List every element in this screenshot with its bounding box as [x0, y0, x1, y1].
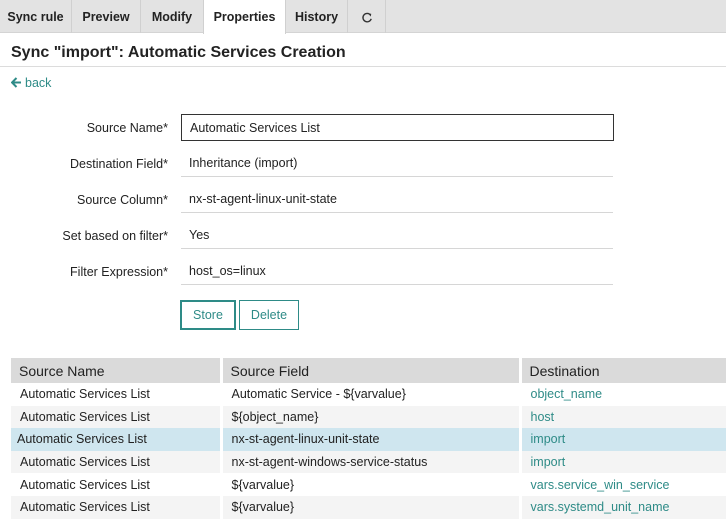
cell-source-name: Automatic Services List	[11, 495, 223, 519]
destination-field-label: Destination Field*	[70, 157, 168, 171]
filter-expression-input[interactable]: host_os=linux	[181, 257, 613, 285]
page-title: Sync "import": Automatic Services Creati…	[11, 44, 346, 61]
table-row[interactable]: Automatic Services List nx-st-agent-wind…	[11, 450, 726, 474]
cell-source-field: ${varvalue}	[221, 473, 522, 496]
cell-source-field: ${object_name}	[221, 405, 522, 429]
store-button[interactable]: Store	[180, 300, 236, 330]
table-header-row: Source Name Source Field Destination	[11, 358, 726, 383]
back-label: back	[25, 76, 52, 90]
table-row[interactable]: Automatic Services List Automatic Servic…	[11, 383, 726, 406]
tab-preview[interactable]: Preview	[72, 0, 141, 33]
tab-modify[interactable]: Modify	[141, 0, 204, 33]
cell-destination[interactable]: import	[520, 450, 726, 474]
source-name-input[interactable]	[181, 114, 614, 141]
refresh-icon	[361, 12, 372, 23]
cell-source-name: Automatic Services List	[11, 383, 223, 406]
property-table: Source Name Source Field Destination Aut…	[11, 358, 726, 519]
source-name-label: Source Name*	[86, 121, 168, 135]
column-header-source-field[interactable]: Source Field	[221, 358, 522, 383]
delete-button[interactable]: Delete	[239, 300, 299, 330]
table-row[interactable]: Automatic Services List ${varvalue} vars…	[11, 495, 726, 519]
cell-source-field: nx-st-agent-windows-service-status	[221, 450, 522, 474]
cell-source-name: Automatic Services List	[11, 473, 223, 496]
title-divider	[0, 66, 726, 67]
cell-source-field: nx-st-agent-linux-unit-state	[221, 428, 522, 451]
column-header-destination[interactable]: Destination	[520, 358, 726, 383]
cell-destination[interactable]: vars.systemd_unit_name	[520, 495, 726, 519]
back-link[interactable]: back	[10, 76, 52, 90]
tab-properties[interactable]: Properties	[203, 0, 286, 34]
cell-source-name: Automatic Services List	[11, 450, 223, 474]
cell-destination[interactable]: host	[520, 405, 726, 429]
table-row-selected[interactable]: Automatic Services List nx-st-agent-linu…	[11, 428, 726, 451]
refresh-button[interactable]	[348, 0, 386, 33]
table-row[interactable]: Automatic Services List ${object_name} h…	[11, 405, 726, 429]
tab-history[interactable]: History	[286, 0, 348, 33]
column-header-source-name[interactable]: Source Name	[11, 358, 223, 383]
destination-field-select[interactable]: Inheritance (import)	[181, 149, 613, 177]
source-column-label: Source Column*	[76, 193, 168, 207]
cell-source-field: Automatic Service - ${varvalue}	[221, 383, 522, 406]
set-based-on-filter-select[interactable]: Yes	[181, 221, 613, 249]
tab-sync-rule[interactable]: Sync rule	[0, 0, 72, 33]
cell-source-name: Automatic Services List	[11, 428, 223, 451]
table-row[interactable]: Automatic Services List ${varvalue} vars…	[11, 473, 726, 496]
arrow-left-icon	[10, 77, 21, 88]
cell-destination[interactable]: object_name	[520, 383, 726, 406]
cell-destination[interactable]: vars.service_win_service	[520, 473, 726, 496]
filter-expression-label: Filter Expression*	[70, 265, 168, 279]
source-column-select[interactable]: nx-st-agent-linux-unit-state	[181, 185, 613, 213]
tab-bar: Sync rule Preview Modify Properties Hist…	[0, 0, 726, 34]
cell-source-name: Automatic Services List	[11, 405, 223, 429]
cell-destination[interactable]: import	[520, 428, 726, 451]
set-based-on-filter-label: Set based on filter*	[62, 229, 168, 243]
cell-source-field: ${varvalue}	[221, 495, 522, 519]
